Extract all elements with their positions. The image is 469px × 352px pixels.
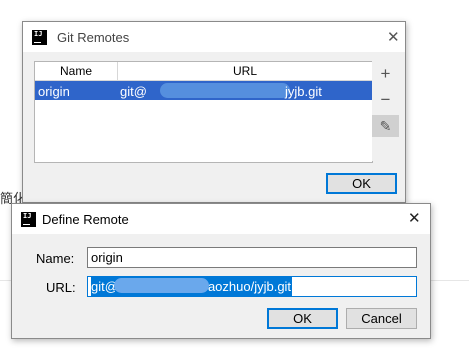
intellij-idea-icon: IJ xyxy=(32,30,47,45)
edit-icon[interactable]: ✎ xyxy=(372,115,399,137)
column-header-url[interactable]: URL xyxy=(233,64,257,78)
column-header-name[interactable]: Name xyxy=(60,64,92,78)
url-label: URL: xyxy=(46,280,76,295)
define-remote-dialog: IJ Define Remote ✕ Name: origin URL: git… xyxy=(11,203,431,339)
remotes-toolbar: + − ✎ xyxy=(372,61,399,161)
intellij-idea-icon: IJ xyxy=(21,212,36,227)
close-icon[interactable]: ✕ xyxy=(408,211,421,226)
add-icon[interactable]: + xyxy=(372,63,399,85)
table-row-origin[interactable]: origin git@ jyjb.git xyxy=(35,81,372,100)
name-label: Name: xyxy=(36,251,75,266)
remote-url-cell-start: git@ xyxy=(120,84,147,99)
dialog-title: Define Remote xyxy=(42,212,129,227)
redacted-url-blur xyxy=(114,278,209,293)
url-field-value-end: aozhuo/jyjb.git xyxy=(207,279,292,294)
git-remotes-dialog: IJ Git Remotes ✕ Name URL origin git@ jy… xyxy=(22,21,406,203)
ok-button[interactable]: OK xyxy=(267,308,338,329)
define-remote-titlebar: IJ Define Remote ✕ xyxy=(12,204,430,234)
remotes-table[interactable]: Name URL origin git@ jyjb.git xyxy=(34,61,373,163)
cancel-button[interactable]: Cancel xyxy=(346,308,417,329)
column-separator xyxy=(117,62,118,80)
git-remotes-titlebar: IJ Git Remotes ✕ xyxy=(23,22,405,52)
ok-button[interactable]: OK xyxy=(326,173,397,194)
url-field-selection: git@ aozhuo/jyjb.git xyxy=(91,277,293,296)
remote-url-cell-end: jyjb.git xyxy=(285,84,322,99)
name-field[interactable]: origin xyxy=(87,247,417,268)
remote-name-cell: origin xyxy=(38,84,70,99)
redacted-url-blur xyxy=(160,83,290,98)
table-header: Name URL xyxy=(35,62,372,81)
name-field-value: origin xyxy=(91,250,123,265)
remove-icon[interactable]: − xyxy=(372,89,399,111)
close-icon[interactable]: ✕ xyxy=(387,30,400,45)
url-field[interactable]: git@ aozhuo/jyjb.git xyxy=(87,276,417,297)
dialog-title: Git Remotes xyxy=(57,30,130,45)
